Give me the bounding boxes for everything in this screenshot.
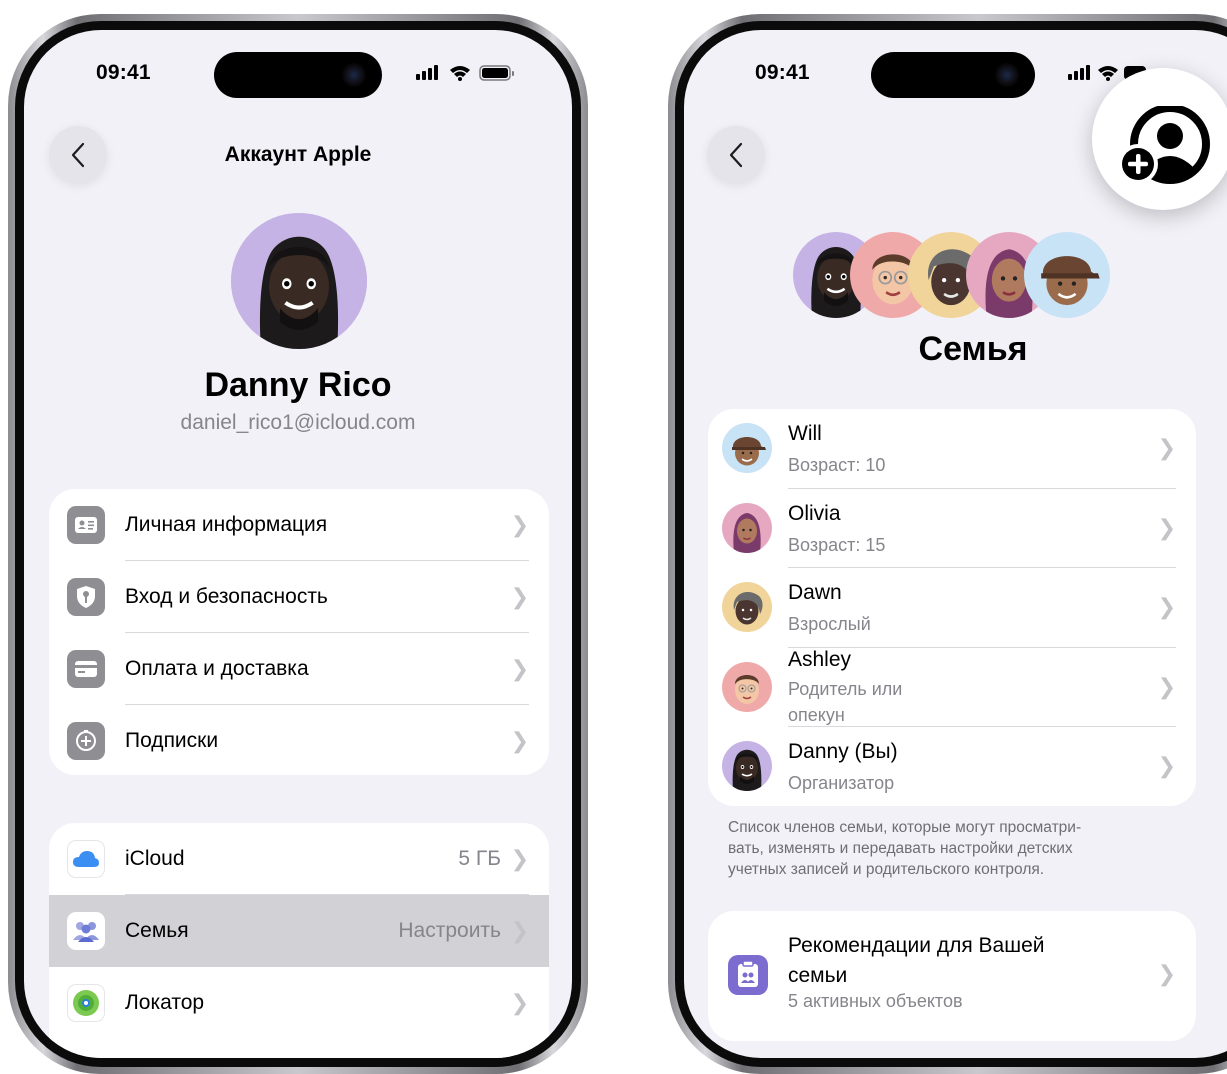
profile-email: daniel_rico1@icloud.com xyxy=(180,411,416,434)
member-row-ashley[interactable]: Ashley Родитель или опекун ❯ xyxy=(708,647,1196,727)
avatar[interactable] xyxy=(231,213,367,349)
member-avatar xyxy=(722,423,772,473)
family-footnote: Список членов семьи, которые могут просм… xyxy=(728,817,1188,880)
member-role: Возраст: 15 xyxy=(788,534,886,555)
chevron-right-icon: ❯ xyxy=(1157,753,1176,778)
nav-title: Аккаунт Apple xyxy=(224,143,372,166)
row-label: iCloud xyxy=(125,847,185,870)
row-family[interactable]: Семья Настроить ❯ xyxy=(49,895,549,967)
back-button[interactable] xyxy=(707,126,765,184)
family-icon xyxy=(67,912,105,950)
row-label: Личная информация xyxy=(125,513,328,536)
add-family-member-button[interactable] xyxy=(1092,68,1227,210)
member-role: Взрослый xyxy=(788,614,871,634)
row-personal-info[interactable]: Личная информация ❯ xyxy=(49,489,549,561)
member-name: Dawn xyxy=(788,581,842,604)
icloud-icon xyxy=(67,840,105,878)
status-time: 09:41 xyxy=(755,61,810,84)
row-label: Оплата и доставка xyxy=(125,657,309,680)
chevron-right-icon: ❯ xyxy=(510,918,529,943)
member-name: Olivia xyxy=(788,501,841,525)
row-label: Семья xyxy=(125,919,189,942)
footnote-line: вать, изменять и передавать настройки де… xyxy=(728,840,1073,857)
footnote-line: учетных записей и родительского контроля… xyxy=(728,861,1045,878)
dynamic-island xyxy=(214,52,382,98)
row-icloud[interactable]: iCloud 5 ГБ ❯ xyxy=(49,823,549,895)
row-detail: 5 ГБ xyxy=(458,847,501,870)
chevron-right-icon: ❯ xyxy=(510,846,529,871)
member-role: Организатор xyxy=(788,773,895,793)
chevron-right-icon: ❯ xyxy=(510,584,529,609)
row-label: Подписки xyxy=(125,729,219,752)
recommendations-title: Рекомендации для Вашей семьи xyxy=(788,931,1045,991)
member-role-line2: опекун xyxy=(788,704,845,725)
phone-left: 09:41 Аккаунт Apple Danny Rico daniel_ri… xyxy=(8,14,588,1074)
recommendations-title-line: Рекомендации для Вашей xyxy=(788,934,1045,957)
memoji-avatar-icon xyxy=(1024,232,1110,318)
shield-key-icon xyxy=(67,578,105,616)
memoji-avatar-icon xyxy=(722,502,772,553)
footnote-line: Список членов семьи, которые могут просм… xyxy=(728,819,1082,836)
credit-card-icon xyxy=(67,650,105,688)
member-row-olivia[interactable]: Olivia Возраст: 15 ❯ xyxy=(708,489,1196,568)
recommendations-title-line: семьи xyxy=(788,964,848,987)
recommendations-subtitle: 5 активных объектов xyxy=(788,991,963,1011)
status-signal-wifi-battery-icon xyxy=(416,65,514,81)
status-time: 09:41 xyxy=(96,61,151,84)
chevron-right-icon: ❯ xyxy=(510,990,529,1015)
page-title: Семья xyxy=(918,330,1028,368)
dynamic-island xyxy=(871,52,1035,98)
profile-name: Danny Rico xyxy=(204,366,392,404)
row-sign-in-security[interactable]: Вход и безопасность ❯ xyxy=(49,561,549,633)
row-detail: Настроить xyxy=(398,919,501,942)
person-card-icon xyxy=(67,506,105,544)
member-avatar xyxy=(722,661,772,712)
family-checklist-icon xyxy=(728,955,768,995)
memoji-avatar-icon xyxy=(722,582,772,632)
chevron-right-icon: ❯ xyxy=(1157,594,1176,619)
find-my-icon xyxy=(67,984,105,1022)
chevron-right-icon: ❯ xyxy=(510,728,529,753)
member-name: Danny (Вы) xyxy=(788,740,898,763)
chevron-left-icon xyxy=(729,142,743,168)
member-row-dawn[interactable]: Dawn Взрослый ❯ xyxy=(708,568,1196,648)
member-row-will[interactable]: Will Возраст: 10 ❯ xyxy=(708,409,1196,489)
status-icons xyxy=(416,64,524,81)
memoji-avatar-icon xyxy=(722,423,772,473)
chevron-right-icon: ❯ xyxy=(510,512,529,537)
chevron-right-icon: ❯ xyxy=(1157,673,1176,699)
row-label: Локатор xyxy=(125,991,205,1014)
person-add-icon xyxy=(1118,106,1210,184)
member-row-danny[interactable]: Danny (Вы) Организатор ❯ xyxy=(708,727,1196,806)
row-subscriptions[interactable]: Подписки ❯ xyxy=(49,705,549,775)
chevron-right-icon: ❯ xyxy=(510,656,529,681)
row-find-my[interactable]: Локатор ❯ xyxy=(49,967,549,1039)
row-payment-shipping[interactable]: Оплата и доставка ❯ xyxy=(49,633,549,705)
member-avatar xyxy=(722,502,772,553)
member-avatar xyxy=(722,741,772,791)
family-avatar xyxy=(1024,232,1110,318)
memoji-avatar-icon xyxy=(231,213,367,349)
screen-apple-account: 09:41 Аккаунт Apple Danny Rico daniel_ri… xyxy=(24,30,572,1058)
row-label: Вход и безопасность xyxy=(125,585,328,608)
member-role-line1: Родитель или xyxy=(788,678,903,699)
chevron-right-icon: ❯ xyxy=(1157,961,1176,986)
member-name: Ashley xyxy=(788,647,852,671)
chevron-right-icon: ❯ xyxy=(1157,514,1176,540)
member-role: Возраст: 10 xyxy=(788,455,886,475)
account-settings-group: Личная информация ❯ Вход и безопасность … xyxy=(49,489,549,775)
family-recommendations-card[interactable]: Рекомендации для Вашей семьи 5 активных … xyxy=(708,911,1196,1041)
member-avatar xyxy=(722,582,772,632)
services-group: iCloud 5 ГБ ❯ Семья Настроить ❯ Локатор … xyxy=(49,823,549,1058)
chevron-right-icon: ❯ xyxy=(1157,435,1176,460)
member-name: Will xyxy=(788,422,822,445)
family-members-list: Will Возраст: 10 ❯ Olivia Возраст: 15 ❯ … xyxy=(708,409,1196,806)
subscriptions-plus-icon xyxy=(67,722,105,760)
memoji-avatar-icon xyxy=(722,661,772,712)
memoji-avatar-icon xyxy=(722,741,772,791)
